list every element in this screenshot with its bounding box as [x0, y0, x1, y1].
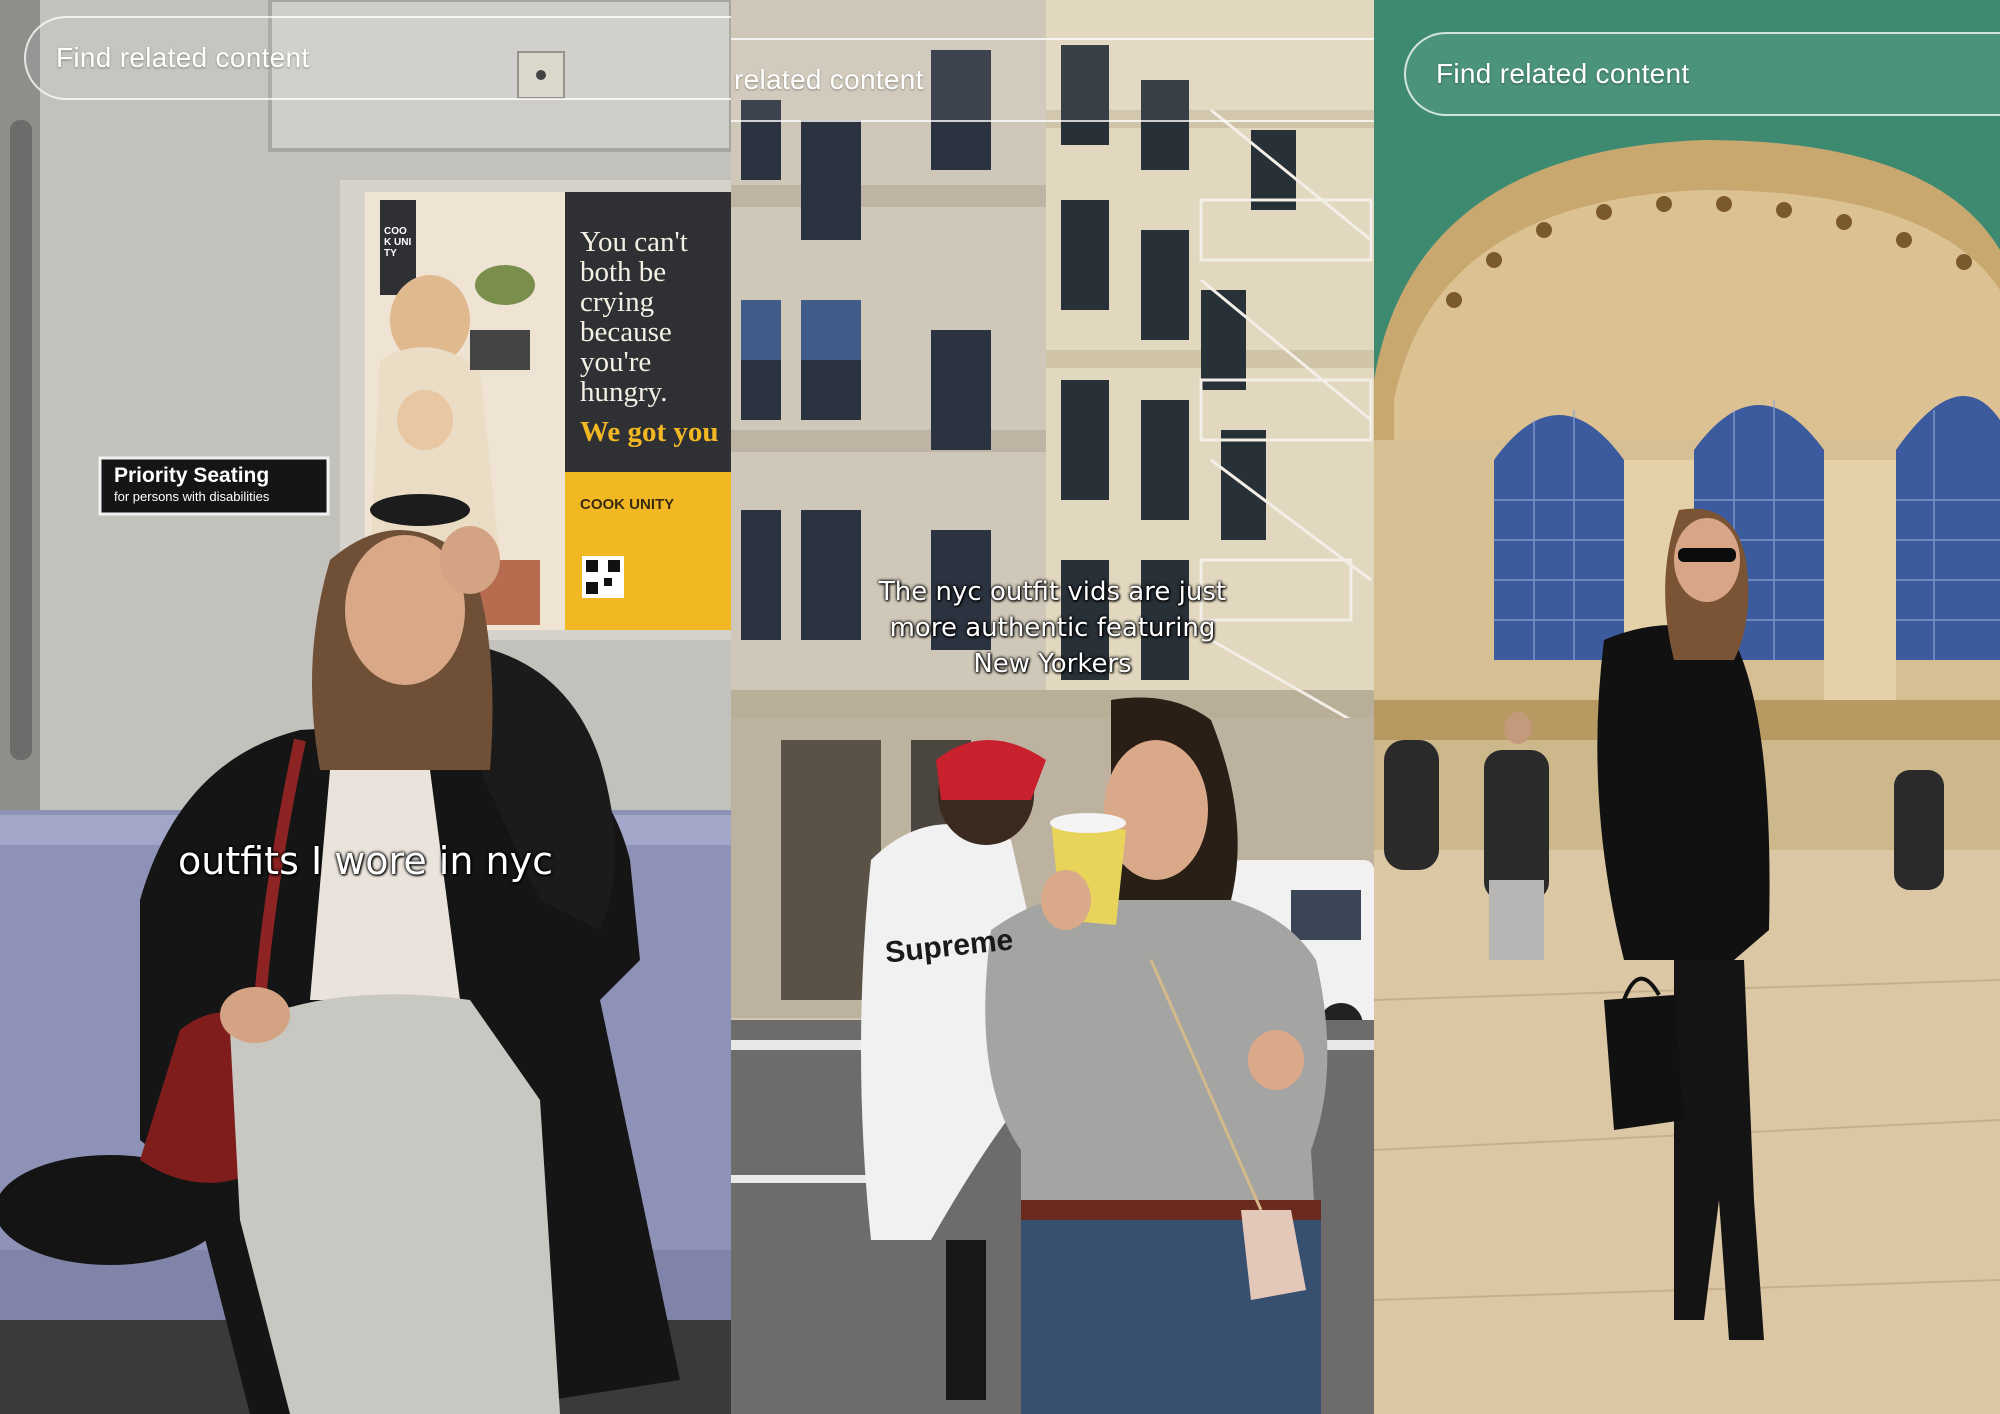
video-panel-grand-central[interactable]: Find related content	[1374, 0, 2000, 1414]
video-panel-subway[interactable]: You can't both be crying because you're …	[0, 0, 731, 1414]
caption-line: New Yorkers	[973, 649, 1132, 679]
street-scene-image	[731, 0, 1374, 1414]
find-related-search[interactable]: Find related content	[1404, 32, 2000, 116]
search-placeholder: Find related content	[1436, 58, 1690, 89]
search-placeholder: Find related content	[56, 42, 310, 73]
ad-accent-line: We got you	[580, 416, 719, 448]
sign-title: Priority Seating	[114, 464, 270, 487]
video-caption: outfits I wore in nyc	[178, 839, 553, 883]
find-related-search[interactable]: Find related content	[24, 16, 731, 100]
ad-headline-line: you're	[580, 346, 652, 378]
search-placeholder: related content	[734, 64, 924, 95]
ad-headline-line: You can't	[580, 226, 688, 258]
ad-headline-line: both be	[580, 256, 667, 288]
caption-line: The nyc outfit vids are just	[878, 577, 1227, 607]
ad-headline-line: crying	[580, 286, 655, 318]
ad-brand-footer: COOK UNITY	[580, 496, 675, 513]
caption-line: more authentic featuring	[889, 613, 1216, 643]
ad-headline-line: hungry.	[580, 376, 668, 408]
ad-headline-line: because	[580, 316, 672, 348]
find-related-search[interactable]: related content	[731, 38, 1374, 122]
sign-subtitle: for persons with disabilities	[114, 489, 270, 504]
subway-scene-image	[0, 0, 731, 1414]
video-panel-street[interactable]: Supreme The nyc outfit vids are just mor…	[731, 0, 1374, 1414]
ad-brand-logo: COOK UNITY	[384, 226, 412, 259]
grand-central-scene-image	[1374, 0, 2000, 1414]
